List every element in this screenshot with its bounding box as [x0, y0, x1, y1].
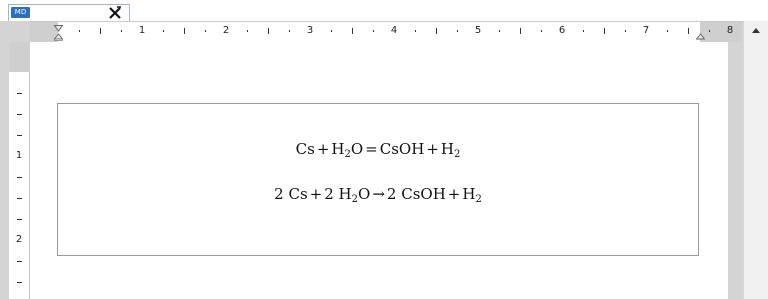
ruler-tick: [17, 261, 22, 262]
ruler-tick: [205, 30, 206, 32]
ruler-tick: [17, 282, 22, 283]
close-icon[interactable]: [107, 5, 123, 21]
ruler-tick: [667, 30, 668, 32]
eq2-term-csoh: 2 CsOH: [386, 185, 446, 203]
eq2-term-cs: 2 Cs: [274, 185, 308, 203]
eq1-subscript-2: 2: [453, 149, 461, 160]
ruler-corner: [9, 21, 30, 42]
eq2-term-h: 2 H: [324, 185, 352, 203]
horizontal-ruler[interactable]: 1 2 3 4 5 6 7 8: [30, 21, 742, 42]
scroll-up-arrow-icon[interactable]: [750, 25, 762, 37]
equation-1: Cs + H2O = CsOH + H2: [58, 140, 698, 160]
ruler-tick: [499, 30, 500, 32]
ruler-number: 1: [138, 25, 146, 36]
eq2-arrow: →: [372, 185, 385, 203]
ruler-tick: [100, 28, 101, 34]
ruler-number: 2: [15, 234, 23, 245]
eq1-term-cs: Cs: [295, 140, 315, 158]
ruler-number: 4: [390, 25, 398, 36]
right-indent-marker-icon[interactable]: [696, 25, 705, 41]
equation-2: 2 Cs +2 H2O → 2 CsOH + H2: [58, 185, 698, 205]
ruler-number: 6: [558, 25, 566, 36]
ruler-tick: [352, 28, 353, 34]
tab-bar: MD: [0, 0, 768, 21]
ruler-tick: [121, 30, 122, 32]
ruler-number: 5: [474, 25, 482, 36]
ruler-tick: [331, 30, 332, 32]
eq1-plus-2: +: [426, 140, 439, 158]
ruler-tick: [373, 30, 374, 32]
ruler-tick: [604, 28, 605, 34]
document-type-icon: MD: [11, 7, 30, 18]
ruler-tick: [247, 30, 248, 32]
eq2-term-o: O: [358, 185, 371, 203]
ruler-number: 7: [642, 25, 650, 36]
ruler-tick: [184, 28, 185, 34]
ruler-number: 1: [15, 150, 23, 161]
eq1-term-csoh: CsOH: [379, 140, 425, 158]
ruler-tick: [625, 30, 626, 32]
ruler-tick: [289, 30, 290, 32]
document-tab[interactable]: MD: [8, 4, 130, 21]
eq1-term-h2: H: [440, 140, 454, 158]
ruler-tick: [709, 30, 710, 32]
ruler-tick: [457, 30, 458, 32]
ruler-tick: [17, 93, 22, 94]
eq2-subscript-2: 2: [475, 194, 482, 205]
eq2-term-h2: H: [462, 185, 476, 203]
ruler-number: 3: [306, 25, 314, 36]
ruler-tick: [17, 177, 22, 178]
ruler-tick: [688, 28, 689, 34]
ruler-tick: [436, 28, 437, 34]
ruler-tick: [541, 30, 542, 32]
left-indent-marker-icon[interactable]: [54, 25, 63, 41]
eq1-equals: =: [365, 140, 378, 158]
formula-object[interactable]: Cs + H2O = CsOH + H2 2 Cs +2 H2O → 2 CsOH + H2: [57, 103, 699, 256]
eq2-plus: +: [309, 185, 323, 203]
vertical-ruler[interactable]: 12: [9, 42, 30, 299]
ruler-tick: [268, 28, 269, 34]
document-page[interactable]: Cs + H2O = CsOH + H2 2 Cs +2 H2O → 2 CsOH + H2: [30, 42, 728, 299]
ruler-tick: [415, 30, 416, 32]
ruler-top-margin: [9, 42, 30, 72]
ruler-tick: [79, 30, 80, 32]
eq1-plus: +: [316, 140, 330, 158]
ruler-right-margin: [700, 22, 742, 42]
ruler-tick: [17, 198, 22, 199]
eq1-term-h: H: [331, 140, 345, 158]
ruler-number: 8: [726, 25, 734, 36]
eq2-plus-2: +: [447, 185, 461, 203]
ruler-number: 2: [222, 25, 230, 36]
eq1-term-o: O: [350, 140, 364, 158]
ruler-tick: [17, 135, 22, 136]
vertical-scrollbar[interactable]: [743, 21, 768, 299]
ruler-tick: [17, 114, 22, 115]
ruler-tick: [520, 28, 521, 34]
ruler-tick: [163, 30, 164, 32]
ruler-tick: [17, 219, 22, 220]
page-right-gutter: [728, 42, 743, 299]
left-edge: [0, 21, 9, 299]
ruler-tick: [583, 30, 584, 32]
